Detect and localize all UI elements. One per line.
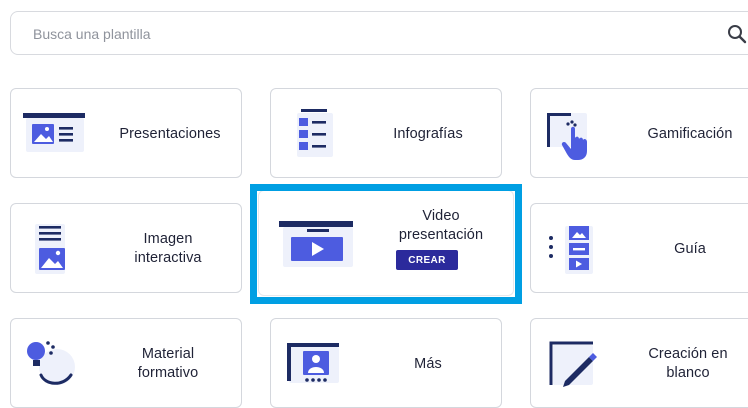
card-infografias[interactable]: Infografías — [270, 88, 502, 178]
card-label: Imagen interactiva — [134, 231, 202, 266]
card-label: Más — [414, 356, 442, 372]
search-bar[interactable] — [10, 11, 748, 56]
card-label: Presentaciones — [119, 126, 221, 142]
card-mas[interactable]: Más — [270, 318, 502, 408]
search-icon[interactable] — [726, 23, 748, 45]
blank-creation-icon — [549, 341, 597, 387]
card-presentaciones[interactable]: Presentaciones — [10, 88, 242, 178]
guide-icon — [549, 226, 593, 274]
card-creacion-en-blanco[interactable]: Creación en blanco — [530, 318, 748, 408]
more-icon — [287, 343, 339, 383]
card-label: Guía — [674, 241, 706, 257]
infographic-icon — [297, 109, 333, 157]
card-label: Infografías — [393, 126, 463, 142]
card-label: Material formativo — [137, 346, 199, 381]
training-material-icon — [27, 341, 75, 385]
card-guia[interactable]: Guía — [530, 203, 748, 293]
selection-highlight — [250, 184, 522, 304]
card-gamificacion[interactable]: Gamificación — [530, 88, 748, 178]
card-material-formativo[interactable]: Material formativo — [10, 318, 242, 408]
search-input[interactable] — [31, 12, 635, 56]
presentation-icon — [23, 113, 85, 152]
gamification-icon — [547, 113, 587, 160]
card-imagen-interactiva[interactable]: Imagen interactiva — [10, 203, 242, 293]
interactive-image-icon — [35, 224, 65, 274]
card-label: Creación en blanco — [648, 346, 728, 381]
card-label: Gamificación — [647, 126, 733, 142]
